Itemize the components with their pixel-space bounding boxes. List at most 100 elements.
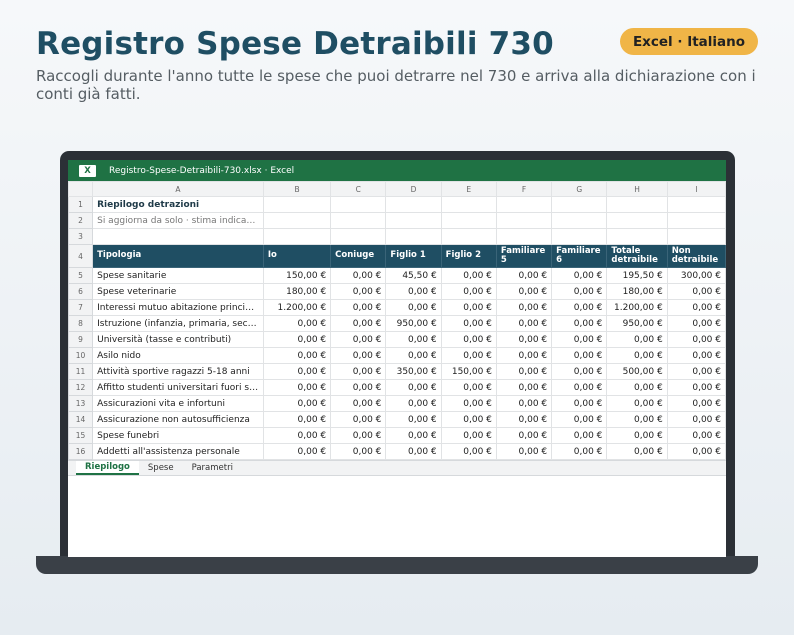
row-number[interactable]: 13 bbox=[68, 395, 94, 412]
amount-cell[interactable]: 0,00 € bbox=[551, 411, 608, 428]
cell[interactable] bbox=[440, 228, 497, 245]
amount-cell[interactable]: 0,00 € bbox=[551, 427, 608, 444]
amount-cell[interactable]: 950,00 € bbox=[606, 315, 668, 332]
amount-cell[interactable]: 0,00 € bbox=[262, 363, 332, 380]
category-cell[interactable]: Istruzione (infanzia, primaria, seco... bbox=[92, 315, 264, 332]
cell[interactable] bbox=[92, 228, 264, 245]
amount-cell[interactable]: 195,50 € bbox=[606, 267, 668, 284]
cell[interactable] bbox=[330, 228, 387, 245]
category-cell[interactable]: Spese veterinarie bbox=[92, 283, 264, 300]
amount-cell[interactable]: 0,00 € bbox=[385, 427, 442, 444]
amount-cell[interactable]: 0,00 € bbox=[551, 443, 608, 460]
amount-cell[interactable]: 45,50 € bbox=[385, 267, 442, 284]
category-cell[interactable]: Assicurazioni vita e infortuni bbox=[92, 395, 264, 412]
cell[interactable] bbox=[666, 212, 726, 229]
cell[interactable] bbox=[262, 212, 332, 229]
amount-cell[interactable]: 300,00 € bbox=[666, 267, 726, 284]
amount-cell[interactable]: 0,00 € bbox=[330, 395, 387, 412]
amount-cell[interactable]: 0,00 € bbox=[495, 283, 553, 300]
cell[interactable] bbox=[385, 228, 442, 245]
category-cell[interactable]: Interessi mutuo abitazione princip... bbox=[92, 299, 264, 316]
amount-cell[interactable]: 0,00 € bbox=[551, 267, 608, 284]
amount-cell[interactable]: 0,00 € bbox=[330, 283, 387, 300]
amount-cell[interactable]: 0,00 € bbox=[666, 395, 726, 412]
amount-cell[interactable]: 0,00 € bbox=[262, 315, 332, 332]
cell[interactable] bbox=[385, 196, 442, 213]
amount-cell[interactable]: 0,00 € bbox=[330, 267, 387, 284]
amount-cell[interactable]: 0,00 € bbox=[606, 395, 668, 412]
sheet-tab-riepilogo[interactable]: Riepilogo bbox=[76, 461, 139, 475]
cell[interactable] bbox=[330, 212, 387, 229]
cell[interactable] bbox=[385, 212, 442, 229]
amount-cell[interactable]: 0,00 € bbox=[385, 299, 442, 316]
row-number[interactable]: 2 bbox=[68, 212, 94, 229]
amount-cell[interactable]: 0,00 € bbox=[495, 331, 553, 348]
amount-cell[interactable]: 180,00 € bbox=[262, 283, 332, 300]
row-number[interactable]: 11 bbox=[68, 363, 94, 380]
row-number[interactable]: 4 bbox=[68, 244, 94, 268]
amount-cell[interactable]: 150,00 € bbox=[262, 267, 332, 284]
sheet-tab-spese[interactable]: Spese bbox=[139, 461, 183, 475]
column-header-d[interactable]: D bbox=[385, 181, 442, 197]
amount-cell[interactable]: 0,00 € bbox=[495, 363, 553, 380]
column-header-c[interactable]: C bbox=[330, 181, 387, 197]
amount-cell[interactable]: 0,00 € bbox=[440, 411, 497, 428]
amount-cell[interactable]: 0,00 € bbox=[551, 395, 608, 412]
cell[interactable] bbox=[606, 228, 668, 245]
amount-cell[interactable]: 0,00 € bbox=[262, 443, 332, 460]
row-number[interactable]: 15 bbox=[68, 427, 94, 444]
amount-cell[interactable]: 0,00 € bbox=[666, 299, 726, 316]
amount-cell[interactable]: 0,00 € bbox=[440, 379, 497, 396]
amount-cell[interactable]: 0,00 € bbox=[385, 443, 442, 460]
amount-cell[interactable]: 0,00 € bbox=[330, 315, 387, 332]
cell[interactable] bbox=[666, 196, 726, 213]
amount-cell[interactable]: 0,00 € bbox=[606, 443, 668, 460]
row-number[interactable]: 3 bbox=[68, 228, 94, 245]
amount-cell[interactable]: 0,00 € bbox=[551, 379, 608, 396]
amount-cell[interactable]: 950,00 € bbox=[385, 315, 442, 332]
table-header-cell[interactable]: Totale detraibile bbox=[606, 244, 668, 268]
column-header-h[interactable]: H bbox=[606, 181, 668, 197]
table-header-cell[interactable]: Figlio 2 bbox=[440, 244, 497, 268]
cell[interactable] bbox=[440, 212, 497, 229]
amount-cell[interactable]: 0,00 € bbox=[606, 331, 668, 348]
amount-cell[interactable]: 0,00 € bbox=[495, 267, 553, 284]
amount-cell[interactable]: 0,00 € bbox=[666, 363, 726, 380]
column-header-a[interactable]: A bbox=[92, 181, 264, 197]
cell[interactable] bbox=[551, 212, 608, 229]
amount-cell[interactable]: 0,00 € bbox=[262, 331, 332, 348]
amount-cell[interactable]: 0,00 € bbox=[440, 427, 497, 444]
cell[interactable] bbox=[440, 196, 497, 213]
row-number[interactable]: 14 bbox=[68, 411, 94, 428]
cell[interactable] bbox=[495, 228, 553, 245]
amount-cell[interactable]: 0,00 € bbox=[440, 347, 497, 364]
amount-cell[interactable]: 0,00 € bbox=[440, 283, 497, 300]
amount-cell[interactable]: 0,00 € bbox=[330, 411, 387, 428]
amount-cell[interactable]: 0,00 € bbox=[440, 267, 497, 284]
amount-cell[interactable]: 0,00 € bbox=[262, 411, 332, 428]
amount-cell[interactable]: 0,00 € bbox=[262, 427, 332, 444]
table-header-cell[interactable]: Tipologia bbox=[92, 244, 264, 268]
amount-cell[interactable]: 0,00 € bbox=[385, 411, 442, 428]
column-header-g[interactable]: G bbox=[551, 181, 608, 197]
category-cell[interactable]: Spese funebri bbox=[92, 427, 264, 444]
amount-cell[interactable]: 0,00 € bbox=[385, 331, 442, 348]
amount-cell[interactable]: 0,00 € bbox=[330, 363, 387, 380]
row-number[interactable]: 9 bbox=[68, 331, 94, 348]
amount-cell[interactable]: 0,00 € bbox=[666, 443, 726, 460]
category-cell[interactable]: Affitto studenti universitari fuori se..… bbox=[92, 379, 264, 396]
amount-cell[interactable]: 0,00 € bbox=[262, 347, 332, 364]
row-number[interactable]: 1 bbox=[68, 196, 94, 213]
cell[interactable] bbox=[606, 212, 668, 229]
category-cell[interactable]: Addetti all'assistenza personale bbox=[92, 443, 264, 460]
amount-cell[interactable]: 0,00 € bbox=[440, 395, 497, 412]
category-cell[interactable]: Assicurazione non autosufficienza bbox=[92, 411, 264, 428]
amount-cell[interactable]: 0,00 € bbox=[606, 427, 668, 444]
row-number[interactable]: 8 bbox=[68, 315, 94, 332]
amount-cell[interactable]: 0,00 € bbox=[495, 427, 553, 444]
amount-cell[interactable]: 0,00 € bbox=[495, 315, 553, 332]
amount-cell[interactable]: 0,00 € bbox=[385, 379, 442, 396]
amount-cell[interactable]: 0,00 € bbox=[495, 299, 553, 316]
amount-cell[interactable]: 0,00 € bbox=[551, 315, 608, 332]
cell[interactable] bbox=[330, 196, 387, 213]
